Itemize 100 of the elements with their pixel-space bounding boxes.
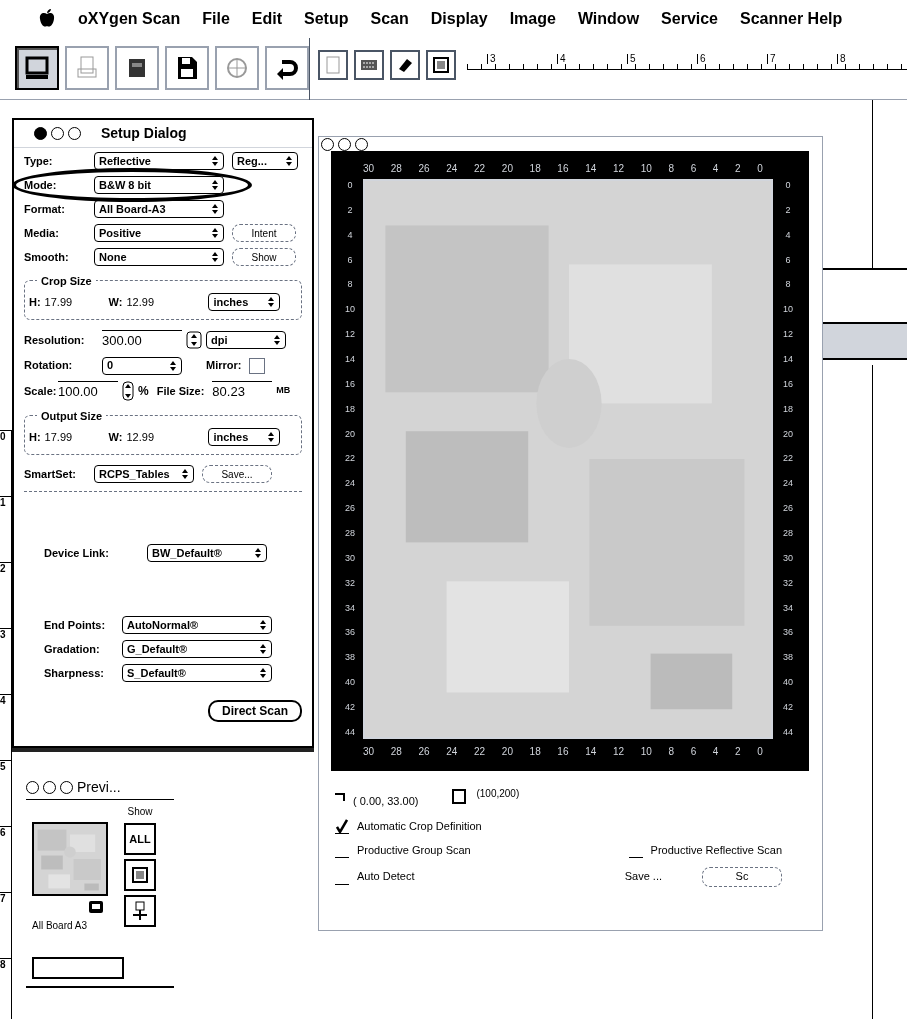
dropdown[interactable]: BW_Default® bbox=[147, 544, 267, 562]
field-label: Rotation: bbox=[24, 358, 74, 374]
show-label: Show bbox=[127, 805, 153, 819]
frame-icon bbox=[130, 865, 150, 885]
updown-arrows-icon bbox=[259, 643, 267, 655]
updown-arrows-icon bbox=[181, 468, 189, 480]
menu-item[interactable]: Window bbox=[577, 7, 640, 31]
window-control-icon[interactable] bbox=[51, 127, 64, 140]
window-control-icon[interactable] bbox=[321, 137, 334, 151]
width-value: 12.99 bbox=[126, 429, 155, 445]
updown-arrows-icon bbox=[259, 667, 267, 679]
window-control-icon[interactable] bbox=[355, 137, 368, 151]
dropdown[interactable]: AutoNormal® bbox=[122, 616, 272, 634]
menu-item[interactable]: Display bbox=[430, 7, 488, 31]
field-label: Smooth: bbox=[24, 249, 70, 265]
ruler-label: 26 bbox=[418, 161, 430, 176]
toolbar-button[interactable] bbox=[115, 46, 159, 90]
menu-item[interactable]: Service bbox=[661, 7, 718, 31]
app-menu[interactable]: oXYgen Scan bbox=[78, 7, 181, 31]
field-label: Gradation: bbox=[44, 641, 101, 657]
name-field[interactable] bbox=[32, 957, 124, 979]
window-control-icon[interactable] bbox=[338, 137, 351, 151]
ruler-label: 16 bbox=[344, 379, 356, 389]
ruler-label: 40 bbox=[782, 678, 794, 688]
updown-arrows-icon bbox=[254, 547, 262, 559]
field-label: SmartSet: bbox=[24, 466, 77, 482]
push-button[interactable]: Intent bbox=[232, 224, 296, 242]
ruler-label: 0 bbox=[757, 744, 763, 759]
menu-item[interactable]: Image bbox=[509, 7, 556, 31]
ruler-label: 32 bbox=[782, 578, 794, 588]
menu-item[interactable]: Scan bbox=[370, 7, 409, 31]
unit-dropdown[interactable]: inches bbox=[208, 428, 281, 446]
show-all-button[interactable]: ALL bbox=[124, 823, 156, 855]
show-screen-button[interactable] bbox=[124, 859, 156, 891]
toolbar-button[interactable] bbox=[353, 50, 384, 80]
ruler-label: 3 bbox=[0, 628, 11, 694]
toolbar-button[interactable] bbox=[165, 46, 209, 90]
ruler-label: 20 bbox=[344, 429, 356, 439]
dropdown[interactable]: None bbox=[94, 248, 224, 266]
menu-item[interactable]: Edit bbox=[251, 7, 283, 31]
field-label: H: bbox=[29, 429, 41, 445]
resolution-field[interactable]: 300.00 bbox=[102, 330, 182, 351]
checkmark-icon bbox=[336, 818, 348, 833]
window-control-icon[interactable] bbox=[43, 781, 56, 794]
ruler-label: 12 bbox=[344, 330, 356, 340]
dropdown[interactable]: Reg... bbox=[232, 152, 298, 170]
stepper-icon[interactable] bbox=[122, 380, 134, 401]
field-label: H: bbox=[29, 294, 41, 310]
toolbar-button[interactable] bbox=[265, 46, 309, 90]
dropdown[interactable]: Positive bbox=[94, 224, 224, 242]
ruler-label: 22 bbox=[474, 744, 486, 759]
push-button[interactable]: Show bbox=[232, 248, 296, 266]
toolbar-button[interactable] bbox=[425, 50, 456, 80]
show-layout-button[interactable] bbox=[124, 895, 156, 927]
push-button[interactable]: Save... bbox=[202, 465, 272, 483]
ruler-label: 8 bbox=[668, 161, 674, 176]
scan-button[interactable]: Sc bbox=[702, 866, 782, 887]
ruler-label: 1 bbox=[0, 496, 11, 562]
window-control-icon[interactable] bbox=[26, 781, 39, 794]
window-control-icon[interactable] bbox=[60, 781, 73, 794]
window-control-icon[interactable] bbox=[34, 127, 47, 140]
dropdown[interactable]: RCPS_Tables bbox=[94, 465, 194, 483]
dropdown[interactable]: All Board-A3 bbox=[94, 200, 224, 218]
menu-item[interactable]: Scanner Help bbox=[740, 7, 843, 31]
dropdown[interactable]: Reflective bbox=[94, 152, 224, 170]
dropdown[interactable]: B&W 8 bit bbox=[94, 176, 224, 194]
scale-field[interactable]: 100.00 bbox=[58, 380, 118, 401]
monitor-icon bbox=[88, 900, 104, 914]
stepper-icon[interactable] bbox=[186, 331, 202, 350]
direct-scan-button[interactable]: Direct Scan bbox=[207, 700, 302, 722]
unit-dropdown[interactable]: dpi bbox=[206, 331, 286, 350]
ruler-label: 16 bbox=[557, 161, 569, 176]
ruler-label: 22 bbox=[474, 161, 486, 176]
field-label: W: bbox=[108, 429, 123, 445]
ruler-label: 28 bbox=[782, 529, 794, 539]
menu-item[interactable]: File bbox=[202, 7, 230, 31]
dropdown[interactable]: S_Default® bbox=[122, 664, 272, 682]
toolbar-button[interactable] bbox=[317, 50, 348, 80]
ruler-label: 28 bbox=[390, 161, 402, 176]
save-button[interactable]: Save ... bbox=[624, 868, 662, 885]
toolbar-button[interactable] bbox=[15, 46, 59, 90]
window-control-icon[interactable] bbox=[68, 127, 81, 140]
dropdown[interactable]: 0 bbox=[102, 356, 182, 375]
updown-arrows-icon bbox=[169, 359, 177, 372]
percent-label: % bbox=[138, 382, 149, 400]
unit-label: MB bbox=[276, 384, 291, 397]
option-label: Productive Reflective Scan bbox=[650, 843, 782, 858]
updown-arrows-icon bbox=[211, 203, 219, 215]
unit-dropdown[interactable]: inches bbox=[208, 293, 281, 311]
checkbox[interactable] bbox=[335, 817, 349, 834]
mirror-checkbox[interactable] bbox=[249, 357, 266, 374]
dropdown[interactable]: G_Default® bbox=[122, 640, 272, 658]
origin-corner-icon bbox=[335, 793, 345, 802]
ruler-label: 20 bbox=[782, 429, 794, 439]
toolbar-button[interactable] bbox=[389, 50, 420, 80]
field-label: Sharpness: bbox=[44, 665, 105, 681]
ruler-label: 32 bbox=[344, 578, 356, 588]
apple-logo-icon[interactable] bbox=[38, 9, 56, 29]
menu-item[interactable]: Setup bbox=[304, 7, 349, 31]
field-label: W: bbox=[108, 294, 123, 310]
